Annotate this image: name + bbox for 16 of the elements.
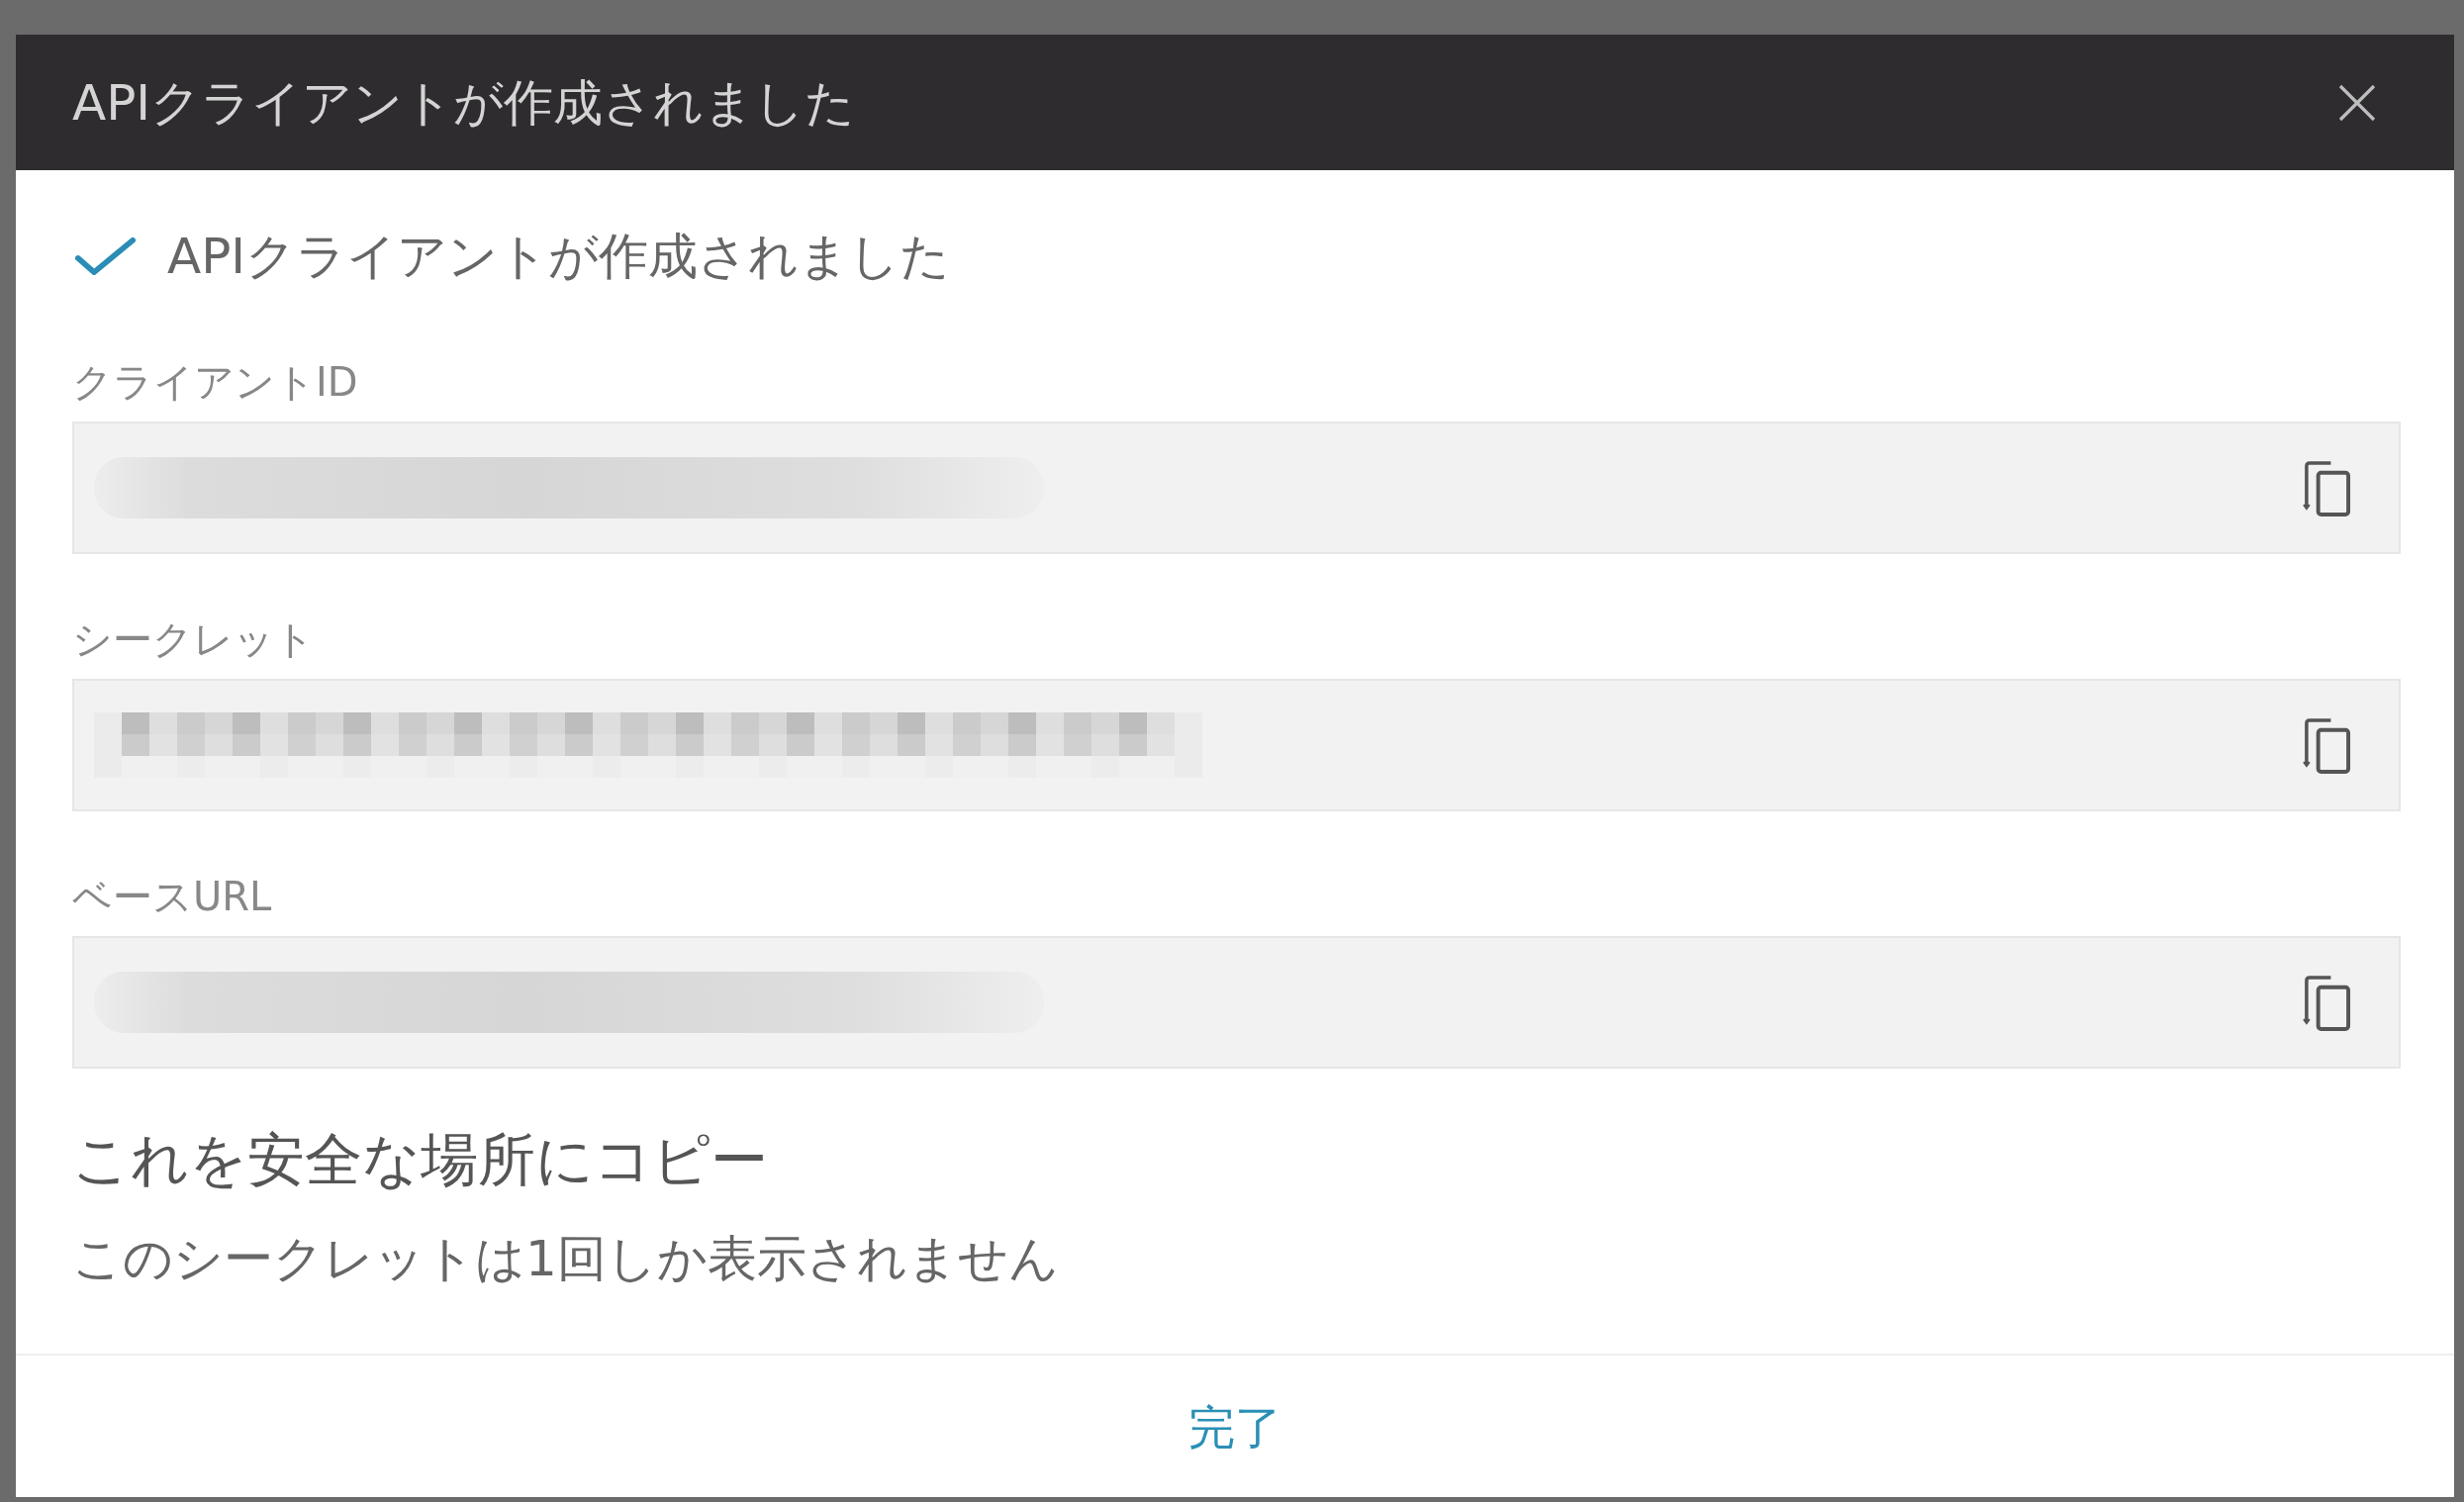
field-label: ベースURL: [72, 873, 272, 920]
copy-icon[interactable]: [2302, 715, 2352, 775]
copy-icon[interactable]: [2302, 973, 2352, 1032]
notice-heading: これを安全な場所にコピー: [72, 1125, 768, 1194]
close-icon[interactable]: [2337, 82, 2377, 123]
field-label: シークレット: [72, 615, 315, 663]
notice-text: このシークレットは1回しか表示されません: [72, 1229, 1059, 1288]
input-field[interactable]: [72, 679, 2401, 811]
checkmark-icon: [75, 237, 136, 275]
status-message: APIクライアントが作成されました: [167, 227, 951, 286]
field-label: クライアントID: [72, 358, 358, 406]
input-field[interactable]: [72, 422, 2401, 554]
done-button[interactable]: 完了: [1175, 1393, 1295, 1461]
dialog-title: APIクライアントが作成されました: [72, 72, 856, 133]
input-field[interactable]: [72, 936, 2401, 1069]
copy-icon[interactable]: [2302, 458, 2352, 517]
